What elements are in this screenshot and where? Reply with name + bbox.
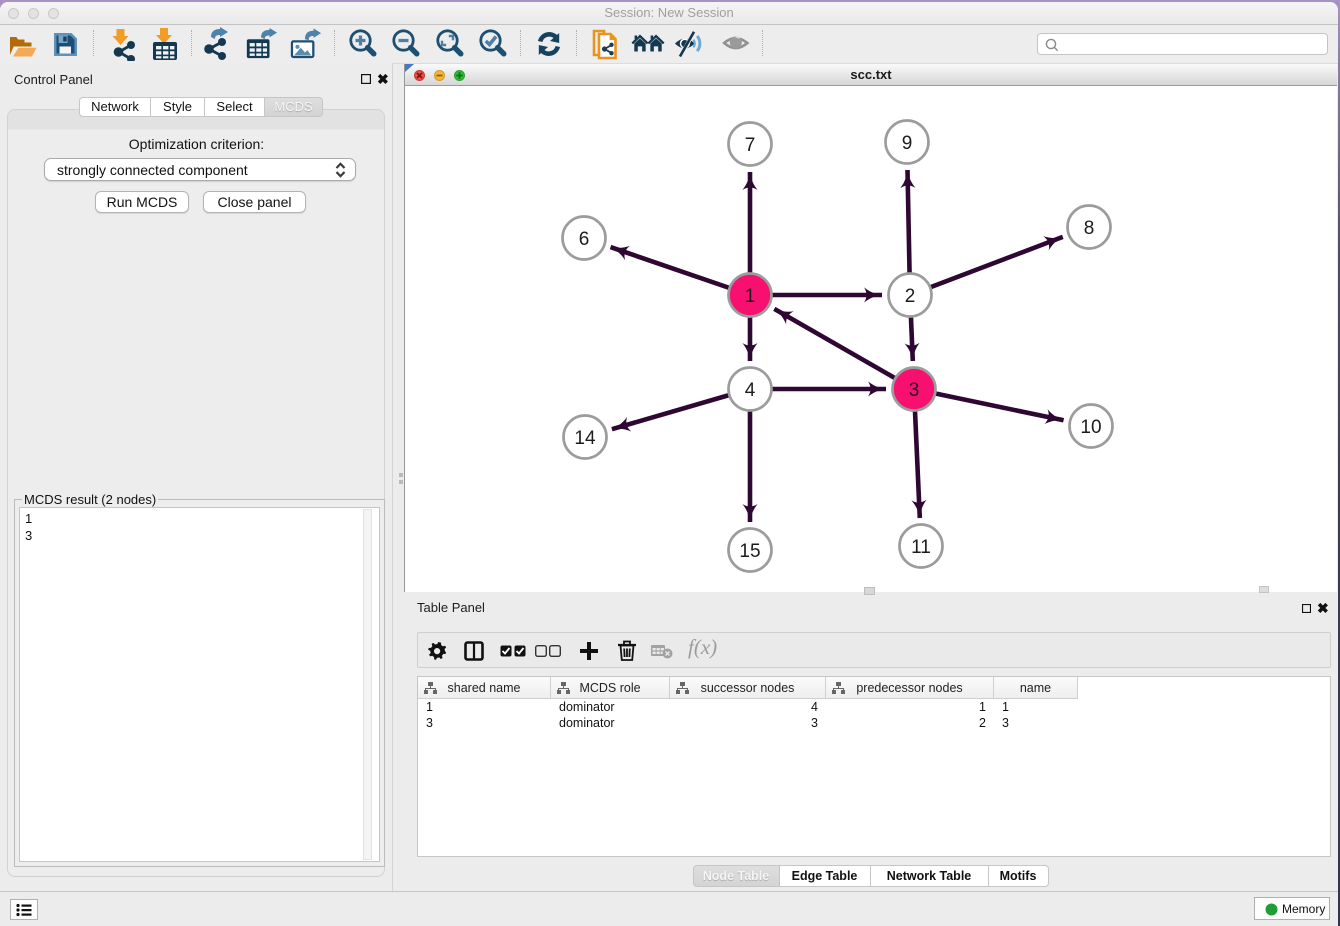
svg-text:9: 9 <box>902 133 913 154</box>
svg-text:6: 6 <box>579 229 590 250</box>
svg-text:3: 3 <box>909 380 920 401</box>
svg-text:2: 2 <box>905 286 916 307</box>
svg-text:7: 7 <box>745 135 756 156</box>
svg-text:1: 1 <box>745 286 756 307</box>
svg-text:11: 11 <box>911 537 931 558</box>
svg-text:4: 4 <box>745 380 756 401</box>
svg-text:15: 15 <box>739 541 760 562</box>
svg-text:8: 8 <box>1084 218 1095 239</box>
svg-text:14: 14 <box>574 428 596 449</box>
svg-text:10: 10 <box>1080 417 1101 438</box>
